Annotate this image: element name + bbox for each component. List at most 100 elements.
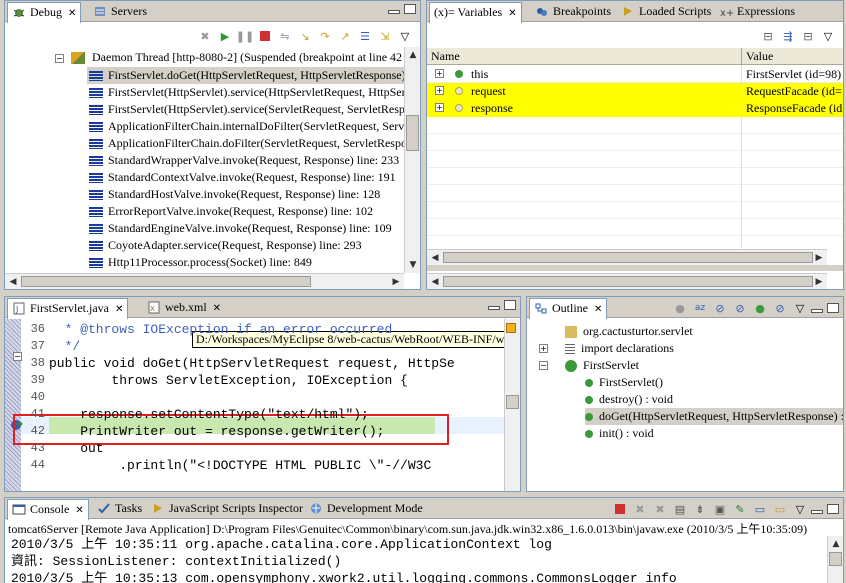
tab-web-xml[interactable]: X web.xml ✕ — [143, 298, 225, 318]
variable-row[interactable]: + response ResponseFacade (id — [427, 100, 843, 117]
code-line[interactable]: PrintWriter out = response.getWriter(); — [49, 423, 384, 440]
stack-frame-row[interactable]: ApplicationFilterChain.internalDoFilter(… — [89, 118, 404, 135]
variables-hscrollbar[interactable]: ◀ ▶ — [427, 249, 827, 265]
tab-tasks[interactable]: Tasks — [93, 499, 146, 519]
remove-terminated-icon[interactable]: ✖ — [196, 27, 214, 45]
tab-servers[interactable]: Servers — [89, 2, 151, 22]
editor-left-ruler[interactable] — [5, 319, 21, 491]
scroll-thumb[interactable] — [443, 276, 813, 287]
close-icon[interactable]: ✕ — [594, 300, 602, 319]
variable-row[interactable]: + request RequestFacade (id= — [427, 83, 843, 100]
overview-ruler-marker[interactable] — [506, 323, 516, 333]
scroll-thumb[interactable] — [21, 276, 311, 287]
step-into-icon[interactable]: ↘ — [296, 27, 314, 45]
scroll-thumb[interactable] — [406, 115, 419, 151]
expand-icon[interactable]: + — [435, 103, 444, 112]
scroll-left-arrow[interactable]: ◀ — [427, 274, 443, 289]
detail-pane-sash[interactable] — [427, 265, 843, 271]
stack-frame-row[interactable]: FirstServlet(HttpServlet).service(HttpSe… — [89, 84, 404, 101]
tab-outline[interactable]: Outline ✕ — [529, 298, 608, 319]
hide-local-types-icon[interactable]: ⊘ — [771, 299, 789, 317]
scroll-left-arrow[interactable]: ◀ — [5, 274, 21, 289]
fold-collapse-icon[interactable]: − — [13, 352, 22, 361]
scroll-right-arrow[interactable]: ▶ — [811, 274, 827, 289]
open-console-icon[interactable]: ▭ — [771, 500, 789, 518]
view-menu-chevron-down-icon[interactable]: ▽ — [791, 299, 809, 317]
resume-icon[interactable]: ▶ — [216, 27, 234, 45]
outline-item[interactable]: FirstServlet() — [585, 374, 843, 391]
maximize-button[interactable] — [827, 504, 839, 514]
tab-breakpoints[interactable]: Breakpoints — [531, 2, 615, 22]
code-line[interactable]: throws ServletException, IOException { — [49, 372, 407, 389]
close-icon[interactable]: ✕ — [115, 300, 123, 319]
expand-icon[interactable]: + — [435, 86, 444, 95]
tab-variables[interactable]: (x)= Variables ✕ — [429, 2, 522, 23]
minimize-button[interactable] — [388, 10, 400, 14]
minimize-button[interactable] — [488, 306, 500, 310]
stack-frame-row[interactable]: StandardHostValve.invoke(Request, Respon… — [89, 186, 380, 203]
stack-frame-row[interactable]: ErrorReportValve.invoke(Request, Respons… — [89, 203, 373, 220]
step-over-icon[interactable]: ↷ — [316, 27, 334, 45]
tab-debug[interactable]: Debug ✕ — [7, 2, 82, 23]
use-step-filters-icon[interactable]: ⇲ — [376, 27, 394, 45]
scroll-thumb[interactable] — [829, 552, 842, 566]
sort-az-icon[interactable]: az — [691, 299, 709, 317]
outline-item[interactable]: init() : void — [585, 425, 843, 442]
outline-item[interactable]: − FirstServlet — [539, 357, 843, 374]
code-line[interactable]: out — [49, 440, 103, 457]
stack-frame-row[interactable]: StandardEngineValve.invoke(Request, Resp… — [89, 220, 392, 237]
expand-icon[interactable]: + — [435, 69, 444, 78]
view-menu-chevron-down-icon[interactable]: ▽ — [396, 27, 414, 45]
stack-frame-row[interactable]: StandardWrapperValve.invoke(Request, Res… — [89, 152, 399, 169]
scroll-down-arrow[interactable]: ▼ — [405, 257, 420, 273]
collapse-icon[interactable]: − — [55, 53, 64, 63]
scroll-lock-icon[interactable]: ⇟ — [691, 500, 709, 518]
scroll-up-arrow[interactable]: ▲ — [405, 47, 420, 63]
maximize-button[interactable] — [404, 4, 416, 14]
variable-row[interactable]: + this FirstServlet (id=98) — [427, 66, 843, 83]
terminate-icon[interactable] — [611, 500, 629, 518]
display-console-icon[interactable]: ▭ — [751, 500, 769, 518]
close-icon[interactable]: ✕ — [213, 299, 221, 318]
console-output[interactable]: 2010/3/5 上午 10:35:11 org.apache.catalina… — [5, 536, 827, 583]
close-icon[interactable]: ✕ — [68, 4, 76, 23]
maximize-button[interactable] — [504, 300, 516, 310]
outline-item[interactable]: org.cactusturtor.servlet — [565, 323, 843, 340]
stack-frame-row[interactable]: ApplicationFilterChain.doFilter(ServletR… — [89, 135, 404, 152]
debug-hscrollbar[interactable]: ◀ ▶ — [5, 273, 404, 289]
terminate-icon[interactable] — [256, 27, 274, 45]
show-logical-structure-icon[interactable]: ⇶ — [779, 27, 797, 45]
col-value-header[interactable]: Value — [746, 48, 773, 65]
collapse-all-icon[interactable]: ⊟ — [799, 27, 817, 45]
tab-firstservlet-java[interactable]: J FirstServlet.java ✕ — [7, 298, 129, 319]
stack-frame-row[interactable]: Http11Processor.process(Socket) line: 84… — [89, 254, 312, 271]
close-icon[interactable]: ✕ — [75, 501, 83, 520]
close-icon[interactable]: ✕ — [508, 4, 516, 23]
editor-vscrollbar[interactable]: ▲ — [504, 319, 520, 491]
detail-hscrollbar[interactable]: ◀ ▶ — [427, 273, 827, 289]
show-console-on-output-icon[interactable]: ▣ — [711, 500, 729, 518]
stack-frame-row[interactable]: FirstServlet.doGet(HttpServletRequest, H… — [87, 67, 404, 84]
disconnect-icon[interactable]: ⇋ — [276, 27, 294, 45]
outline-item[interactable]: doGet(HttpServletRequest, HttpServletRes… — [585, 408, 843, 425]
tab-expressions[interactable]: x+ Expressions — [715, 2, 799, 22]
step-return-icon[interactable]: ↗ — [336, 27, 354, 45]
suspend-icon[interactable]: ❚❚ — [236, 27, 254, 45]
tab-development-mode[interactable]: Development Mode — [305, 499, 427, 519]
stack-frame-row[interactable]: CoyoteAdapter.service(Request, Response)… — [89, 237, 362, 254]
outline-item[interactable]: destroy() : void — [585, 391, 843, 408]
code-line[interactable]: .println("<!DOCTYPE HTML PUBLIC \"-//W3C — [49, 457, 431, 474]
minimize-button[interactable] — [811, 510, 823, 514]
scroll-thumb[interactable] — [506, 395, 519, 409]
code-line[interactable]: * @throws IOException if an error occurr… — [49, 321, 393, 338]
outline-item[interactable]: + import declarations — [539, 340, 843, 357]
hide-non-public-icon[interactable]: ● — [671, 299, 689, 317]
expand-icon[interactable]: + — [539, 344, 548, 353]
scroll-right-arrow[interactable]: ▶ — [388, 274, 404, 289]
stack-frame-row[interactable]: StandardContextValve.invoke(Request, Res… — [89, 169, 396, 186]
scroll-right-arrow[interactable]: ▶ — [811, 250, 827, 266]
hide-non-public-members-icon[interactable]: ● — [751, 299, 769, 317]
code-line[interactable]: public void doGet(HttpServletRequest req… — [49, 355, 455, 372]
col-name-header[interactable]: Name — [431, 48, 460, 65]
pin-console-icon[interactable]: ✎ — [731, 500, 749, 518]
